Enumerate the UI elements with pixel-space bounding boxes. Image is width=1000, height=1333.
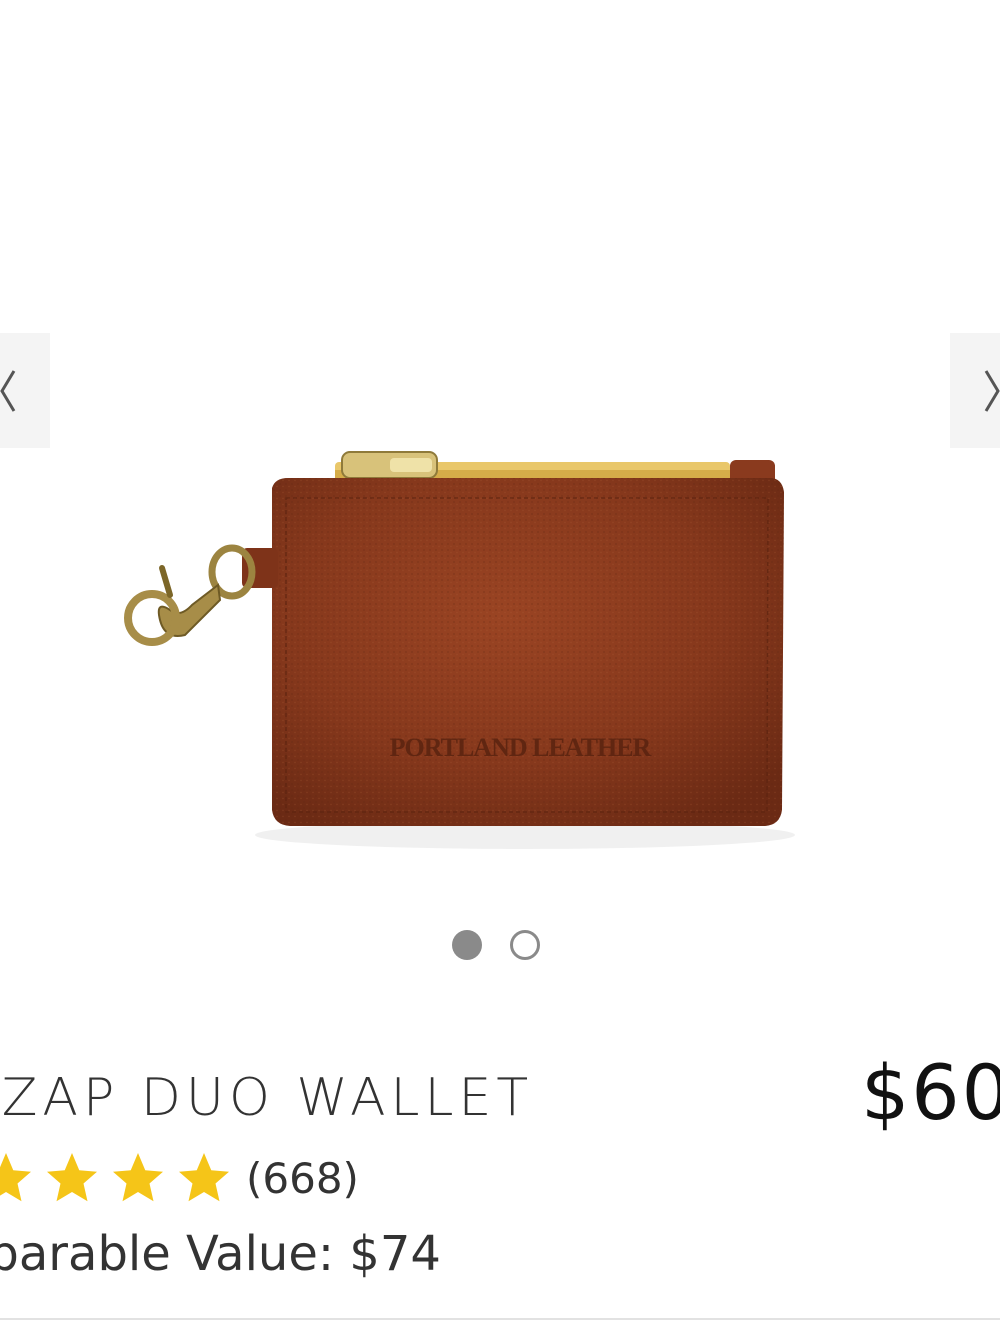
chevron-right-icon — [984, 366, 1000, 416]
carousel-pagination — [452, 930, 540, 960]
carousel-next-button[interactable] — [950, 333, 1000, 448]
product-rating[interactable]: (668) — [0, 1148, 359, 1208]
divider — [0, 1318, 1000, 1320]
product-title: -ZAP DUO WALLET — [0, 1068, 534, 1128]
brand-imprint: PORTLAND LEATHER — [390, 733, 652, 762]
product-price: $60 — [860, 1048, 1000, 1137]
product-image: PORTLAND LEATHER — [110, 440, 810, 860]
comparable-value: nparable Value: $74 — [0, 1226, 441, 1282]
review-count-link[interactable]: (668) — [246, 1154, 359, 1203]
star-icon — [179, 1153, 229, 1202]
rating-stars — [0, 1148, 234, 1208]
star-icon — [0, 1153, 31, 1202]
product-image-carousel[interactable]: PORTLAND LEATHER — [0, 0, 1000, 1000]
carousel-dot-2[interactable] — [510, 930, 540, 960]
star-icon — [47, 1153, 97, 1202]
star-icon — [113, 1153, 163, 1202]
carousel-prev-button[interactable] — [0, 333, 50, 448]
carousel-dot-1[interactable] — [452, 930, 482, 960]
chevron-left-icon — [0, 366, 16, 416]
